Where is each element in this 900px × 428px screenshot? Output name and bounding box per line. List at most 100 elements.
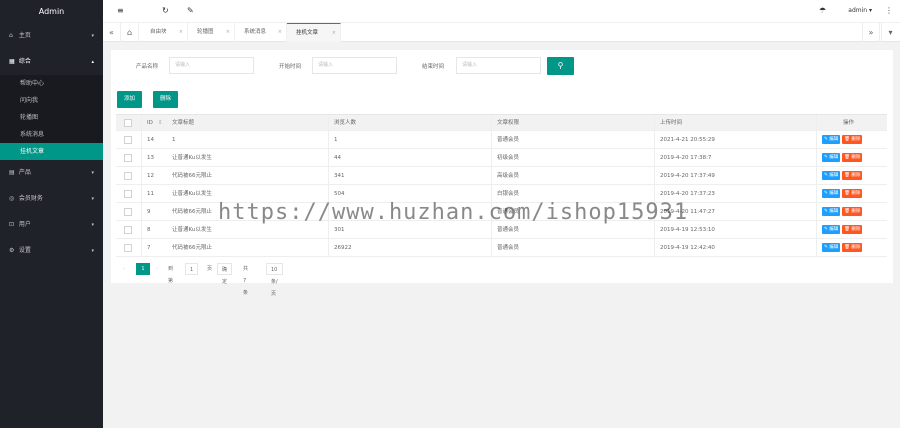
product-name-label: 产品名称 bbox=[136, 64, 159, 70]
refresh-icon[interactable]: ↻ bbox=[162, 6, 169, 15]
edit-button[interactable]: ✎ 编辑 bbox=[822, 189, 841, 198]
search-button[interactable]: ⚲ bbox=[547, 57, 574, 75]
goto-label: 到第 bbox=[168, 266, 174, 284]
page-current[interactable]: 1 bbox=[136, 263, 150, 275]
cell-views: 341 bbox=[334, 173, 345, 179]
edit-button[interactable]: ✎ 编辑 bbox=[822, 225, 841, 234]
edit-button[interactable]: ✎ 编辑 bbox=[822, 207, 841, 216]
cell-id: 12 bbox=[147, 173, 154, 179]
close-icon[interactable]: × bbox=[278, 23, 282, 42]
row-actions: ✎ 编辑 🗑 删除 bbox=[822, 207, 864, 216]
row-checkbox[interactable] bbox=[124, 208, 132, 216]
tabs-dropdown-button[interactable]: ▾ bbox=[881, 23, 899, 42]
table-row: 14 1 1 普通会员 2021-4-21 20:55:29 ✎ 编辑 🗑 删除 bbox=[116, 131, 887, 149]
page-prev-button[interactable]: ‹ bbox=[123, 263, 125, 275]
row-actions: ✎ 编辑 🗑 删除 bbox=[822, 225, 864, 234]
sidebar-subitem-carousel[interactable]: 轮播图 bbox=[0, 109, 103, 126]
cell-upload-time: 2019-4-19 12:42:40 bbox=[660, 245, 715, 251]
tab-messages[interactable]: 系统消息 × bbox=[235, 23, 287, 42]
cell-id: 8 bbox=[147, 227, 151, 233]
row-actions: ✎ 编辑 🗑 删除 bbox=[822, 189, 864, 198]
header-title: 文章标题 bbox=[172, 120, 195, 126]
close-icon[interactable]: × bbox=[226, 23, 230, 42]
sidebar-item-finance[interactable]: ◎ 会员财务 ▾ bbox=[0, 186, 103, 212]
edit-button[interactable]: ✎ 编辑 bbox=[822, 153, 841, 162]
cell-title: 代码被66元限止 bbox=[172, 209, 212, 215]
page-size-select[interactable]: 10 条/页 bbox=[266, 263, 283, 297]
cell-views: 44 bbox=[334, 155, 341, 161]
cell-permission: 普通会员 bbox=[497, 245, 520, 251]
cell-id: 11 bbox=[147, 191, 154, 197]
chevron-down-icon: ▾ bbox=[91, 33, 94, 39]
row-checkbox[interactable] bbox=[124, 172, 132, 180]
row-checkbox[interactable] bbox=[124, 226, 132, 234]
menu-toggle-icon[interactable]: ≡ bbox=[117, 6, 124, 15]
cell-title: 让普通Ku以发生 bbox=[172, 155, 212, 161]
tab-home[interactable]: ⌂ bbox=[121, 23, 139, 42]
delete-button[interactable]: 🗑 删除 bbox=[842, 135, 863, 144]
row-checkbox[interactable] bbox=[124, 136, 132, 144]
sidebar-item-settings[interactable]: ⚙ 设置 ▾ bbox=[0, 238, 103, 264]
tabs-prev-button[interactable]: « bbox=[103, 23, 121, 42]
end-time-input[interactable]: 请输入 bbox=[456, 57, 541, 74]
sort-icon[interactable]: ⇕ bbox=[158, 115, 163, 130]
select-all-checkbox[interactable] bbox=[124, 119, 132, 127]
delete-button[interactable]: 🗑 删除 bbox=[842, 207, 863, 216]
close-icon[interactable]: × bbox=[332, 24, 336, 43]
sidebar-item-label: 主页 bbox=[18, 32, 31, 39]
delete-button[interactable]: 🗑 删除 bbox=[842, 189, 863, 198]
page-next-button[interactable]: › bbox=[156, 263, 158, 275]
user-menu[interactable]: admin ▾ bbox=[848, 7, 872, 14]
tab-bar: « ⌂ 自由块 × 轮播图 × 系统消息 × 挂机文章 × » ▾ bbox=[103, 23, 900, 42]
total-count: 共 7 条 bbox=[243, 266, 249, 296]
row-checkbox[interactable] bbox=[124, 190, 132, 198]
tab-carousel[interactable]: 轮播图 × bbox=[188, 23, 235, 42]
delete-button[interactable]: 🗑 删除 bbox=[842, 153, 863, 162]
cell-upload-time: 2019-4-20 17:38:7 bbox=[660, 155, 712, 161]
sidebar-subitem-messages[interactable]: 系统消息 bbox=[0, 126, 103, 143]
cell-title: 代码被66元限止 bbox=[172, 245, 212, 251]
sidebar-submenu: 帮助中心 问向我 轮播图 系统消息 挂机文章 bbox=[0, 75, 103, 160]
sidebar-item-general[interactable]: ▦ 综合 ▴ bbox=[0, 49, 103, 75]
start-time-input[interactable]: 请输入 bbox=[312, 57, 397, 74]
sidebar-item-label: 产品 bbox=[18, 169, 31, 176]
batch-delete-button[interactable]: 删除 bbox=[153, 91, 179, 108]
start-time-label: 开始时间 bbox=[279, 64, 302, 70]
edit-button[interactable]: ✎ 编辑 bbox=[822, 243, 841, 252]
more-icon[interactable]: ⋮ bbox=[885, 6, 893, 15]
table-body: 14 1 1 普通会员 2021-4-21 20:55:29 ✎ 编辑 🗑 删除 13 让普通K… bbox=[116, 131, 887, 257]
edit-button[interactable]: ✎ 编辑 bbox=[822, 171, 841, 180]
sidebar-subitem-questions[interactable]: 问向我 bbox=[0, 92, 103, 109]
header-upload-time: 上传时间 bbox=[660, 120, 683, 126]
edit-button[interactable]: ✎ 编辑 bbox=[822, 135, 841, 144]
sidebar-item-user[interactable]: ⊡ 用户 ▾ bbox=[0, 212, 103, 238]
delete-button[interactable]: 🗑 删除 bbox=[842, 171, 863, 180]
tab-articles[interactable]: 挂机文章 × bbox=[287, 23, 341, 42]
tab-label: 自由块 bbox=[150, 29, 167, 35]
tabs-next-button[interactable]: » bbox=[862, 23, 880, 42]
close-icon[interactable]: × bbox=[179, 23, 183, 42]
add-button[interactable]: 添加 bbox=[117, 91, 143, 108]
sidebar-subitem-help[interactable]: 帮助中心 bbox=[0, 75, 103, 92]
tab-label: 轮播图 bbox=[197, 29, 214, 35]
row-checkbox[interactable] bbox=[124, 244, 132, 252]
delete-button[interactable]: 🗑 删除 bbox=[842, 225, 863, 234]
watermark: https://www.huzhan.com/ishop15931 bbox=[218, 200, 689, 225]
tab-label: 系统消息 bbox=[244, 29, 267, 35]
delete-button[interactable]: 🗑 删除 bbox=[842, 243, 863, 252]
sidebar-subitem-articles[interactable]: 挂机文章 bbox=[0, 143, 103, 160]
goto-page-input[interactable]: 1 bbox=[185, 263, 199, 275]
goto-confirm-button[interactable]: 确定 bbox=[217, 263, 233, 285]
row-actions: ✎ 编辑 🗑 删除 bbox=[822, 135, 864, 144]
row-checkbox[interactable] bbox=[124, 154, 132, 162]
sidebar-item-home[interactable]: ⌂ 主页 ▾ bbox=[0, 23, 103, 49]
sidebar-item-label: 用户 bbox=[18, 221, 31, 228]
sidebar-item-product[interactable]: ▤ 产品 ▾ bbox=[0, 160, 103, 186]
cell-upload-time: 2021-4-21 20:55:29 bbox=[660, 137, 715, 143]
brush-icon[interactable]: ✎ bbox=[187, 6, 194, 15]
tab-block[interactable]: 自由块 × bbox=[141, 23, 188, 42]
sidebar-item-label: 设置 bbox=[18, 247, 31, 254]
table-header: ID ⇕ 文章标题 浏览人数 文章权限 上传时间 操作 bbox=[116, 114, 887, 131]
product-name-input[interactable]: 请输入 bbox=[169, 57, 254, 74]
theme-icon[interactable]: ☂ bbox=[819, 6, 826, 15]
